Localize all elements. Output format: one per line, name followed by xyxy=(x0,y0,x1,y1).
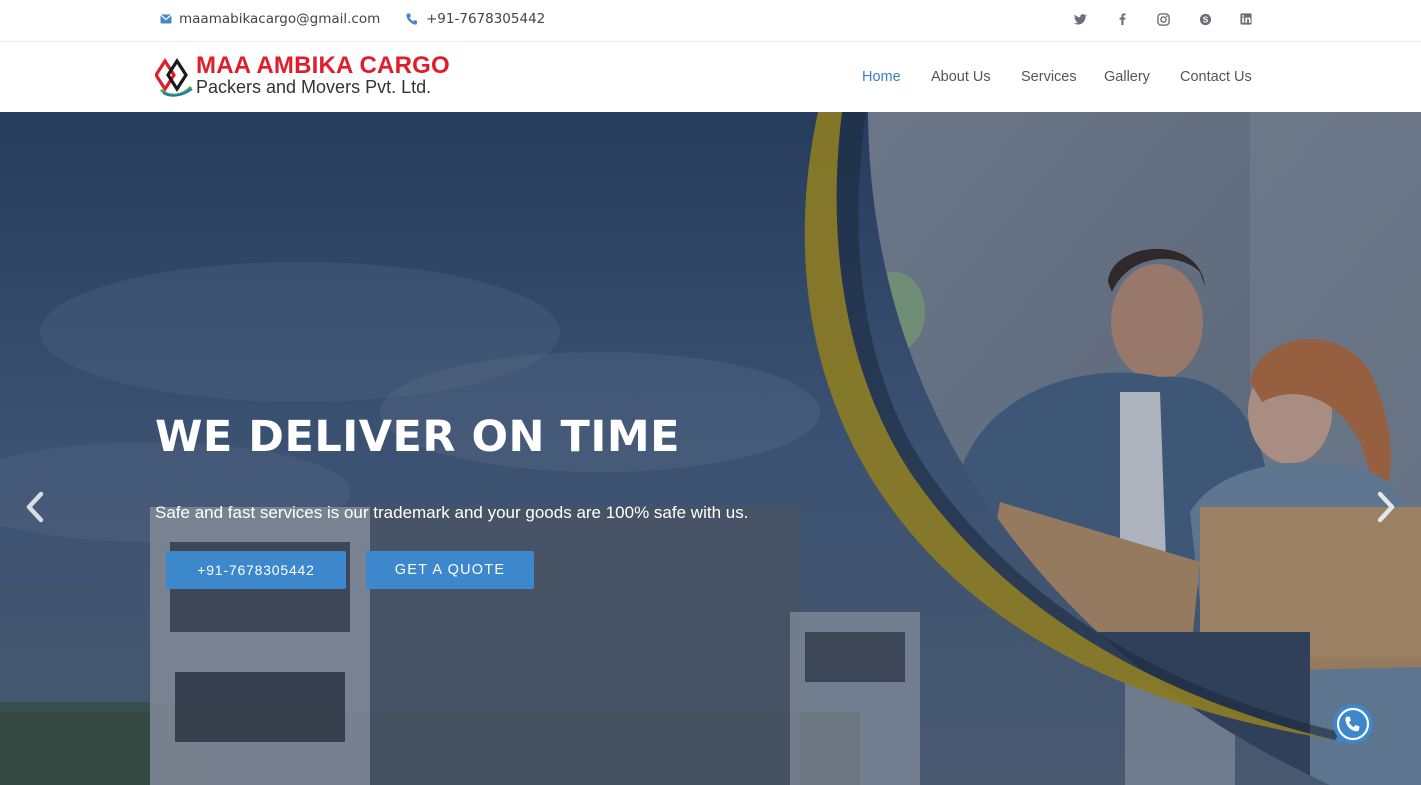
nav-link-about[interactable]: About Us xyxy=(931,69,991,85)
chevron-right-icon xyxy=(1377,491,1395,523)
get-quote-button[interactable]: GET A QUOTE xyxy=(366,551,534,589)
nav-item-services[interactable]: Services xyxy=(1021,42,1077,112)
nav-item-gallery[interactable]: Gallery xyxy=(1104,42,1150,112)
whatsapp-icon xyxy=(1333,704,1373,745)
slider-prev-button[interactable] xyxy=(18,487,52,527)
slider-next-button[interactable] xyxy=(1369,487,1403,527)
phone-icon xyxy=(404,12,418,26)
nav-link-gallery[interactable]: Gallery xyxy=(1104,69,1150,85)
topbar-email[interactable]: maamabikacargo@gmail.com xyxy=(159,0,380,38)
hero-slider: WE DELIVER ON TIME Safe and fast service… xyxy=(0,112,1421,785)
instagram-icon[interactable] xyxy=(1151,0,1175,38)
nav-link-services[interactable]: Services xyxy=(1021,69,1077,85)
whatsapp-button[interactable] xyxy=(1330,703,1376,749)
topbar-phone-text: +91-7678305442 xyxy=(426,11,546,27)
nav-link-home[interactable]: Home xyxy=(862,69,901,85)
brand-logo[interactable]: MAA AMBIKA CARGO Packers and Movers Pvt.… xyxy=(155,49,495,105)
logo-title: MAA AMBIKA CARGO xyxy=(196,52,450,79)
nav-link-contact[interactable]: Contact Us xyxy=(1180,69,1252,85)
chevron-left-icon xyxy=(26,491,44,523)
linkedin-icon[interactable] xyxy=(1234,0,1258,38)
svg-text:S: S xyxy=(1202,14,1208,24)
top-contact-bar: maamabikacargo@gmail.com +91-7678305442 … xyxy=(0,0,1421,42)
twitter-icon[interactable] xyxy=(1068,0,1092,38)
topbar-phone[interactable]: +91-7678305442 xyxy=(404,0,545,38)
nav-item-about[interactable]: About Us xyxy=(931,42,991,112)
main-header: MAA AMBIKA CARGO Packers and Movers Pvt.… xyxy=(0,42,1421,112)
topbar-email-text: maamabikacargo@gmail.com xyxy=(179,11,381,27)
skype-icon[interactable]: S xyxy=(1193,0,1217,38)
envelope-icon xyxy=(159,12,173,26)
logo-subtitle: Packers and Movers Pvt. Ltd. xyxy=(196,77,432,97)
call-phone-button[interactable]: +91-7678305442 xyxy=(166,551,346,589)
logo-mark-icon xyxy=(155,58,193,97)
hero-title: WE DELIVER ON TIME xyxy=(155,412,680,462)
hero-subtitle: Safe and fast services is our trademark … xyxy=(155,503,749,522)
facebook-icon[interactable] xyxy=(1110,0,1134,38)
nav-item-contact[interactable]: Contact Us xyxy=(1180,42,1252,112)
nav-item-home[interactable]: Home xyxy=(862,42,901,112)
